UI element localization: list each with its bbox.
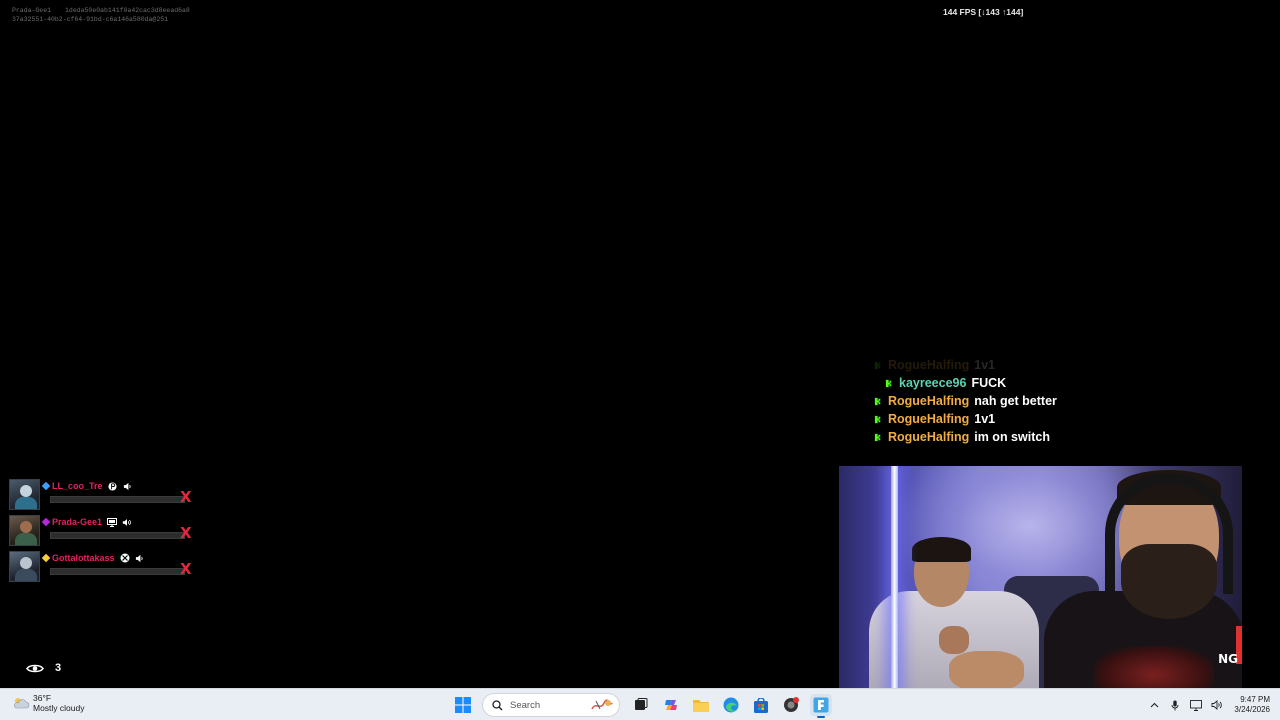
- viewer-count: 3: [26, 662, 61, 674]
- party-member[interactable]: LL_coo_Tre X: [8, 478, 198, 514]
- weather-widget[interactable]: 36°F Mostly cloudy: [12, 693, 85, 713]
- avatar: [9, 479, 40, 510]
- search-icon: [492, 699, 503, 710]
- chat-text: nah get better: [974, 394, 1057, 408]
- party-member-name: Prada-Gee1: [52, 517, 103, 527]
- xbox-icon: [120, 553, 130, 563]
- chat-text: im on switch: [974, 430, 1050, 444]
- search-highlight-icon: [591, 699, 613, 710]
- remove-member-button[interactable]: X: [180, 560, 192, 578]
- weather-condition: Mostly cloudy: [33, 703, 85, 713]
- copilot-icon[interactable]: [660, 694, 682, 716]
- webcam-overlay-text: NG: [1218, 652, 1238, 666]
- chat-message: RogueHalfing 1v1: [874, 356, 1134, 374]
- party-member-name: LL_coo_Tre: [52, 481, 103, 491]
- stream-chat: RogueHalfing 1v1 kayreece96 FUCK RogueHa…: [874, 356, 1134, 446]
- avatar: [9, 515, 40, 546]
- clock-time: 9:47 PM: [1240, 695, 1270, 704]
- chat-text: FUCK: [971, 376, 1007, 390]
- debug-player-name: Prada-Gee1: [12, 7, 52, 14]
- microphone-icon[interactable]: [1168, 698, 1182, 712]
- chat-username: RogueHalfing: [888, 412, 970, 426]
- clock[interactable]: 9:47 PM 3/24/2026: [1234, 695, 1270, 715]
- chat-message: RogueHalfing nah get better: [874, 392, 1134, 410]
- chat-message: RogueHalfing im on switch: [874, 428, 1134, 446]
- chevron-up-icon[interactable]: [1147, 698, 1161, 712]
- chat-username: RogueHalfing: [888, 430, 970, 444]
- rank-icon: [41, 517, 51, 527]
- file-explorer-icon[interactable]: [690, 694, 712, 716]
- speaker-icon[interactable]: [123, 481, 133, 491]
- start-icon[interactable]: [452, 694, 474, 716]
- health-bar: [50, 496, 185, 503]
- rank-icon: [41, 481, 51, 491]
- led-strip: [891, 466, 898, 694]
- kick-icon: [874, 415, 881, 423]
- chat-text: 1v1: [974, 358, 996, 372]
- debug-hash: 1deda50e0ab141f0a42cac3d8eead6a8: [65, 7, 190, 14]
- chat-message: RogueHalfing 1v1: [874, 410, 1134, 428]
- taskbar-search[interactable]: Search: [482, 693, 620, 717]
- remove-member-button[interactable]: X: [180, 524, 192, 542]
- party-member[interactable]: Gottalottakass X: [8, 550, 198, 586]
- debug-session-id: 37a32551-40b2-cf64-91bd-c6a146a580da@251: [12, 16, 169, 23]
- remove-member-button[interactable]: X: [180, 488, 192, 506]
- avatar: [9, 551, 40, 582]
- eye-icon: [26, 664, 44, 672]
- fps-counter: 144 FPS [↓143 ↑144]: [943, 7, 1024, 17]
- fortnite-icon[interactable]: [810, 694, 832, 718]
- task-view-icon[interactable]: [630, 694, 652, 716]
- kick-icon: [874, 433, 881, 441]
- display-icon[interactable]: [1189, 698, 1203, 712]
- chat-message: kayreece96 FUCK: [874, 374, 1134, 392]
- store-icon[interactable]: [750, 694, 772, 716]
- system-tray: 9:47 PM 3/24/2026: [1140, 692, 1270, 718]
- speaker-icon[interactable]: [135, 553, 145, 563]
- pc-icon: [107, 517, 118, 527]
- health-bar: [50, 532, 185, 539]
- kick-icon: [874, 397, 881, 405]
- speaker-icon[interactable]: [122, 517, 132, 527]
- volume-icon[interactable]: [1210, 698, 1224, 712]
- playstation-icon: [108, 481, 118, 491]
- chat-username: RogueHalfing: [888, 358, 970, 372]
- kick-icon: [874, 361, 881, 369]
- edge-icon[interactable]: [720, 694, 742, 716]
- kick-icon: [885, 379, 892, 387]
- health-bar: [50, 568, 185, 575]
- rank-icon: [41, 553, 51, 563]
- party-member-name: Gottalottakass: [52, 553, 115, 563]
- chat-username: RogueHalfing: [888, 394, 970, 408]
- game-app-icon[interactable]: [780, 694, 802, 716]
- debug-overlay: Prada-Gee1 1deda50e0ab141f0a42cac3d8eead6…: [12, 6, 204, 24]
- weather-temp: 36°F: [33, 693, 52, 703]
- chat-text: 1v1: [974, 412, 996, 426]
- clock-date: 3/24/2026: [1234, 705, 1270, 714]
- chat-username: kayreece96: [899, 376, 967, 390]
- party-member[interactable]: Prada-Gee1 X: [8, 514, 198, 550]
- webcam-feed: NG: [839, 466, 1242, 694]
- taskbar: 36°F Mostly cloudy Search 9:47 PM 3/24/2…: [0, 688, 1280, 720]
- viewer-count-value: 3: [55, 662, 62, 674]
- cloud-icon: [14, 698, 30, 709]
- search-placeholder: Search: [510, 699, 541, 711]
- party-panel: LL_coo_Tre X Prada-Gee1 X Gottalottakass…: [8, 478, 198, 586]
